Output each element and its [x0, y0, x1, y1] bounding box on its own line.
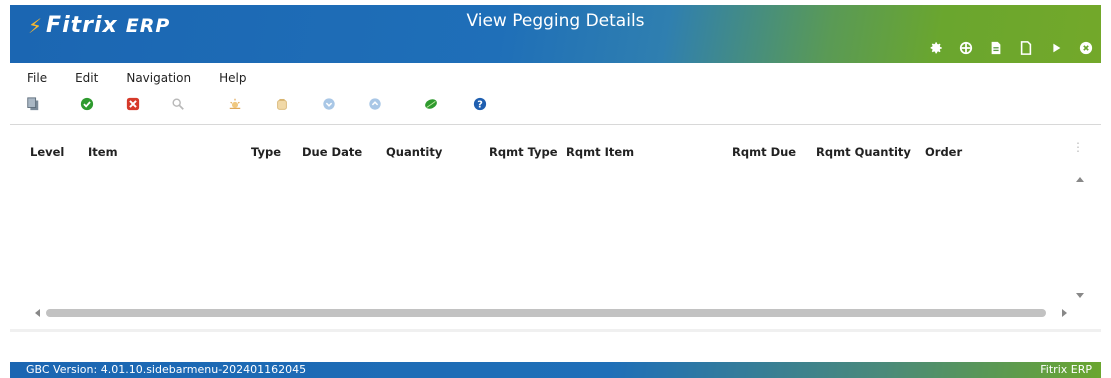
menu-file[interactable]: File: [27, 71, 47, 85]
copy-icon[interactable]: [26, 97, 40, 111]
version-label: GBC Version: 4.01.10.sidebarmenu-2024011…: [26, 363, 307, 376]
svg-text:?: ?: [477, 100, 483, 111]
reset-icon[interactable]: [275, 97, 289, 111]
horizontal-scrollbar[interactable]: [46, 309, 1046, 317]
menu-bar: File Edit Navigation Help: [27, 71, 274, 85]
accept-icon[interactable]: [80, 97, 94, 111]
app-header: ⚡ Fitrix ERP View Pegging Details: [10, 5, 1101, 63]
footer-brand: Fitrix ERP: [1040, 363, 1092, 376]
header-actions: [929, 41, 1093, 55]
column-header-rqmt-item[interactable]: Rqmt Item: [566, 145, 634, 159]
status-bar: GBC Version: 4.01.10.sidebarmenu-2024011…: [10, 362, 1101, 378]
scroll-up-arrow-icon[interactable]: [1076, 177, 1084, 182]
page-title: View Pegging Details: [466, 11, 645, 31]
sun-icon[interactable]: [228, 97, 242, 111]
menu-help[interactable]: Help: [219, 71, 246, 85]
column-header-rqmt-due[interactable]: Rqmt Due: [732, 145, 796, 159]
scroll-down-arrow-icon[interactable]: [1076, 293, 1084, 298]
column-header-item[interactable]: Item: [88, 145, 118, 159]
cancel-icon[interactable]: [126, 97, 140, 111]
down-icon[interactable]: [322, 97, 336, 111]
column-header-rqmt-quantity[interactable]: Rqmt Quantity: [816, 145, 911, 159]
column-header-order[interactable]: Order: [925, 145, 962, 159]
document-icon[interactable]: [989, 41, 1003, 55]
menu-navigation[interactable]: Navigation: [126, 71, 191, 85]
find-icon[interactable]: [171, 97, 185, 111]
column-header-type[interactable]: Type: [251, 145, 281, 159]
pegging-table: Level Item Type Due Date Quantity Rqmt T…: [10, 125, 1101, 330]
leaf-icon[interactable]: [424, 97, 438, 111]
gear-icon[interactable]: [929, 41, 943, 55]
column-menu-icon[interactable]: ⋮: [1072, 141, 1084, 153]
column-header-due-date[interactable]: Due Date: [302, 145, 362, 159]
help-icon[interactable]: ?: [473, 97, 487, 111]
close-circle-icon[interactable]: [1079, 41, 1093, 55]
blank-page-icon[interactable]: [1019, 41, 1033, 55]
column-header-level[interactable]: Level: [30, 145, 64, 159]
scroll-right-arrow-icon[interactable]: [1062, 309, 1067, 317]
scroll-left-arrow-icon[interactable]: [35, 309, 40, 317]
menu-edit[interactable]: Edit: [75, 71, 98, 85]
table-bottom-border: [10, 329, 1101, 332]
up-icon[interactable]: [368, 97, 382, 111]
column-header-quantity[interactable]: Quantity: [386, 145, 442, 159]
globe-icon[interactable]: [959, 41, 973, 55]
play-icon[interactable]: [1049, 41, 1063, 55]
column-header-rqmt-type[interactable]: Rqmt Type: [489, 145, 558, 159]
